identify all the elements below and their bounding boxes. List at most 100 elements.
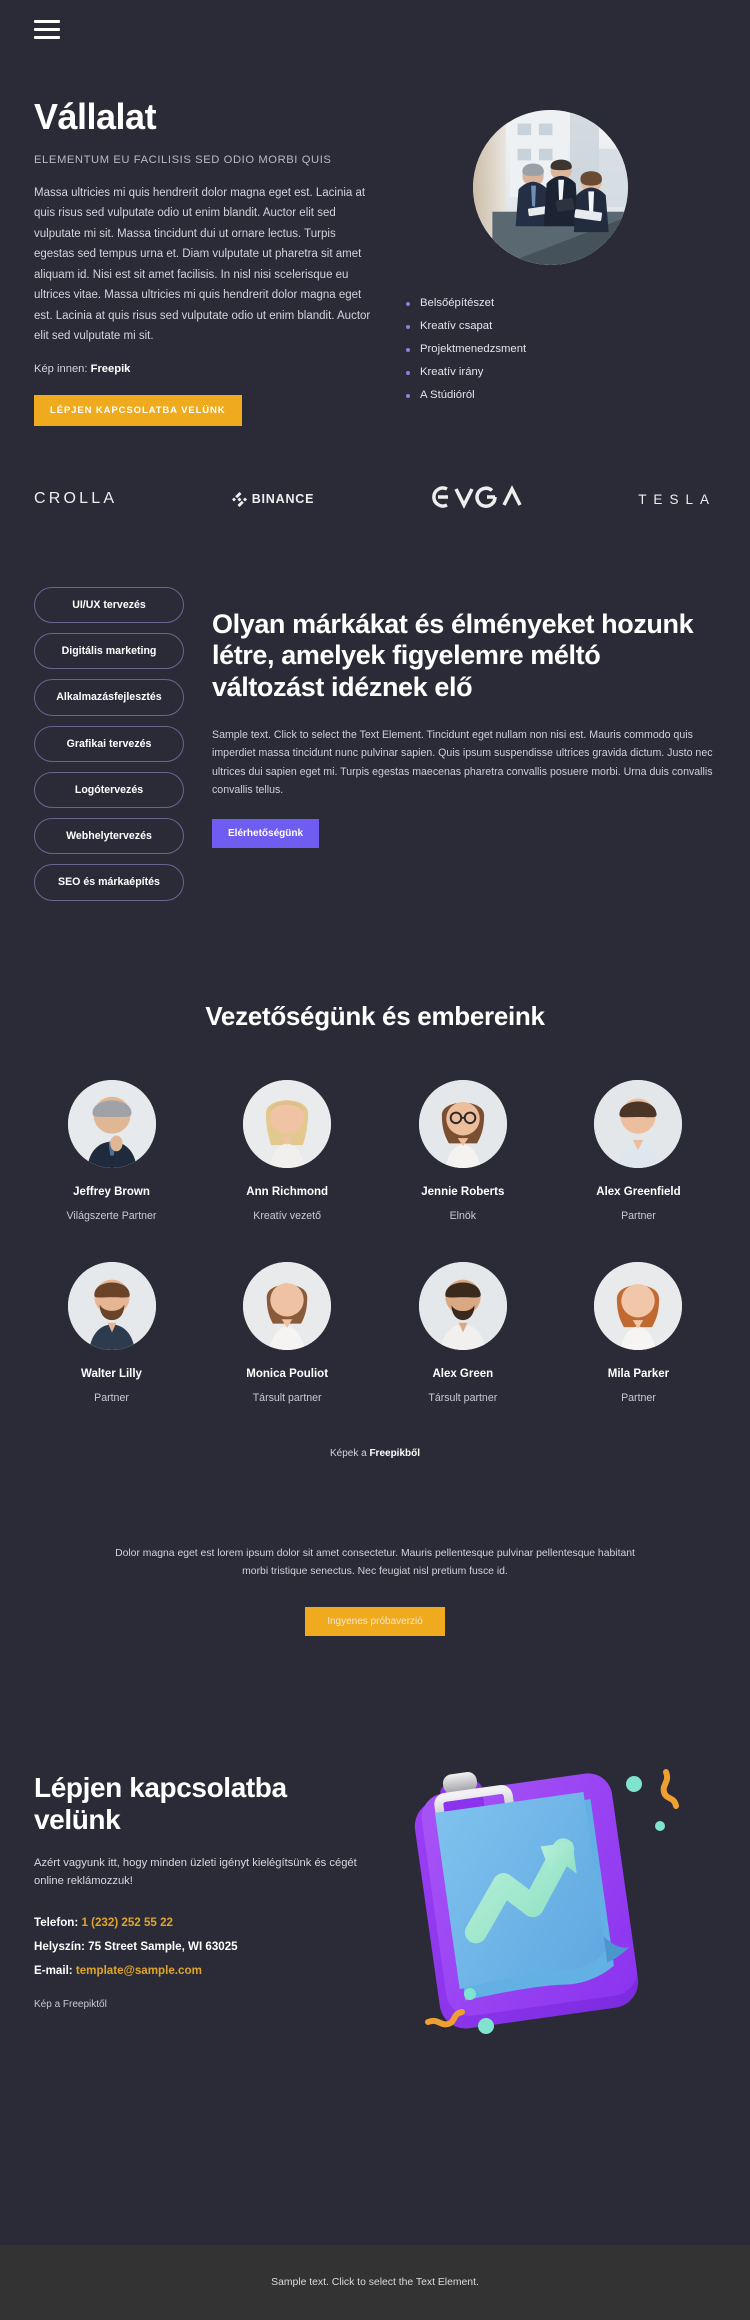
hero-body-text: Massa ultricies mi quis hendrerit dolor … bbox=[34, 186, 371, 343]
avatar-alex-greenfield bbox=[594, 1079, 683, 1168]
contact-email-label: E-mail: bbox=[34, 1964, 76, 1978]
trial-section: Dolor magna eget est lorem ipsum dolor s… bbox=[0, 1459, 750, 1637]
footer-text: Sample text. Click to select the Text El… bbox=[271, 2277, 479, 2288]
team-member-role: Partner bbox=[94, 1391, 129, 1404]
hero-media-column: Belsőépítészet Kreatív csapat Projektmen… bbox=[384, 98, 716, 426]
brand-logo-strip: CROLLA BINANCE TESLA bbox=[0, 426, 750, 515]
hero-image-credit: Kép innen: Freepik bbox=[34, 363, 374, 375]
evga-logo bbox=[429, 484, 524, 515]
burger-line bbox=[34, 35, 60, 39]
avatar bbox=[67, 1261, 156, 1350]
hero-list-item[interactable]: Kreatív csapat bbox=[406, 314, 716, 337]
burger-line bbox=[34, 27, 60, 31]
contact-phone-value[interactable]: 1 (232) 252 55 22 bbox=[81, 1916, 173, 1929]
avatar bbox=[594, 1079, 683, 1168]
evga-wordmark-icon bbox=[431, 484, 522, 509]
tesla-logo: TESLA bbox=[638, 491, 716, 507]
avatar bbox=[418, 1261, 507, 1350]
team-section: Vezetőségünk és embereink Jeffrey Brown … bbox=[0, 901, 750, 1459]
free-trial-button[interactable]: Ingyenes próbaverzió bbox=[305, 1607, 445, 1637]
contact-us-button[interactable]: LÉPJEN KAPCSOLATBA VELÜNK bbox=[34, 394, 242, 426]
team-member-name: Alex Greenfield bbox=[596, 1185, 681, 1198]
contact-location-row: Helyszín: 75 Street Sample, WI 63025 bbox=[34, 1940, 364, 1953]
binance-diamond-icon bbox=[231, 491, 247, 507]
service-pill[interactable]: Webhelytervezés bbox=[34, 818, 184, 855]
hamburger-menu-icon[interactable] bbox=[34, 19, 60, 39]
binance-logo: BINANCE bbox=[231, 491, 315, 507]
hero-list-item[interactable]: A Stúdióról bbox=[406, 383, 716, 406]
service-pill[interactable]: UI/UX tervezés bbox=[34, 586, 184, 623]
hero-link-list: Belsőépítészet Kreatív csapat Projektmen… bbox=[384, 291, 716, 406]
service-pill[interactable]: Grafikai tervezés bbox=[34, 725, 184, 762]
avatar-alex-green bbox=[418, 1261, 507, 1350]
contact-phone-label: Telefon: bbox=[34, 1916, 82, 1930]
team-member-name: Walter Lilly bbox=[81, 1367, 142, 1380]
hero-subtitle: ELEMENTUM EU FACILISIS SED ODIO MORBI QU… bbox=[34, 153, 332, 166]
services-pill-list: UI/UX tervezés Digitális marketing Alkal… bbox=[34, 586, 184, 901]
contact-heading: Lépjen kapcsolatba velünk bbox=[34, 1772, 287, 1836]
contact-email-row: E-mail: template@sample.com bbox=[34, 1964, 364, 1977]
team-member-name: Alex Green bbox=[432, 1367, 494, 1380]
page-root: Vállalat ELEMENTUM EU FACILISIS SED ODIO… bbox=[0, 0, 750, 2320]
hero-list-item[interactable]: Kreatív irány bbox=[406, 360, 716, 383]
clipboard-growth-chart-illustration bbox=[414, 1769, 679, 2035]
contact-location-label: Helyszín: bbox=[34, 1940, 89, 1954]
team-member: Monica Pouliot Társult partner bbox=[210, 1261, 365, 1404]
team-heading: Vezetőségünk és embereink bbox=[205, 1000, 545, 1031]
hero-section: Vállalat ELEMENTUM EU FACILISIS SED ODIO… bbox=[0, 58, 750, 426]
crolla-logo: CROLLA bbox=[34, 490, 118, 508]
services-heading: Olyan márkákat és élményeket hozunk létr… bbox=[212, 608, 694, 703]
services-section: UI/UX tervezés Digitális marketing Alkal… bbox=[0, 515, 750, 901]
team-member-role: Világszerte Partner bbox=[66, 1209, 157, 1222]
avatar bbox=[243, 1261, 332, 1350]
avatar bbox=[67, 1079, 156, 1168]
binance-logo-text: BINANCE bbox=[251, 492, 315, 507]
team-member-role: Kreatív vezető bbox=[253, 1209, 322, 1222]
team-credit-label: Képek a bbox=[329, 1447, 370, 1459]
team-member: Jennie Roberts Elnök bbox=[385, 1079, 540, 1222]
team-member-name: Jennie Roberts bbox=[421, 1185, 505, 1198]
team-member-role: Elnök bbox=[449, 1209, 477, 1222]
team-member-name: Mila Parker bbox=[607, 1367, 670, 1380]
hero-list-item[interactable]: Projektmenedzsment bbox=[406, 337, 716, 360]
hero-credit-source: Freepik bbox=[90, 362, 131, 375]
services-cta-button[interactable]: Elérhetőségünk bbox=[212, 819, 320, 849]
avatar bbox=[418, 1079, 507, 1168]
avatar-jeffrey-brown bbox=[67, 1079, 156, 1168]
team-member-name: Monica Pouliot bbox=[246, 1367, 329, 1380]
hero-list-item[interactable]: Belsőépítészet bbox=[406, 291, 716, 314]
team-member: Jeffrey Brown Világszerte Partner bbox=[34, 1079, 189, 1222]
service-pill[interactable]: Digitális marketing bbox=[34, 632, 184, 670]
avatar bbox=[594, 1261, 683, 1350]
team-grid: Jeffrey Brown Világszerte Partner Ann Ri… bbox=[34, 1079, 716, 1444]
avatar-jennie-roberts bbox=[418, 1079, 507, 1168]
service-pill[interactable]: Alkalmazásfejlesztés bbox=[34, 679, 184, 716]
team-member: Walter Lilly Partner bbox=[34, 1261, 189, 1404]
team-member: Alex Green Társult partner bbox=[385, 1261, 540, 1404]
avatar-mila-parker bbox=[594, 1261, 683, 1350]
team-member-name: Ann Richmond bbox=[246, 1185, 329, 1198]
team-member-role: Társult partner bbox=[428, 1391, 498, 1404]
contact-illustration bbox=[380, 1754, 716, 2044]
team-image-credit: Képek a Freepikből bbox=[34, 1448, 716, 1459]
hero-credit-label: Kép innen: bbox=[34, 362, 91, 375]
team-member-role: Partner bbox=[621, 1391, 656, 1404]
avatar-ann-richmond bbox=[243, 1079, 332, 1168]
services-body-text: Sample text. Click to select the Text El… bbox=[212, 729, 713, 796]
team-member: Ann Richmond Kreatív vezető bbox=[210, 1079, 365, 1222]
service-pill[interactable]: Logótervezés bbox=[34, 771, 184, 809]
burger-line bbox=[34, 19, 60, 23]
avatar-monica-pouliot bbox=[243, 1261, 332, 1350]
team-member: Alex Greenfield Partner bbox=[561, 1079, 716, 1222]
contact-text-column: Lépjen kapcsolatba velünk Azért vagyunk … bbox=[34, 1754, 364, 2010]
contact-phone-row: Telefon: 1 (232) 252 55 22 bbox=[34, 1916, 364, 1929]
team-member-role: Partner bbox=[621, 1209, 656, 1222]
service-pill[interactable]: SEO és márkaépítés bbox=[34, 864, 184, 901]
avatar bbox=[243, 1079, 332, 1168]
contact-email-value[interactable]: template@sample.com bbox=[76, 1964, 202, 1977]
page-footer: Sample text. Click to select the Text El… bbox=[0, 2245, 750, 2320]
trial-body-text: Dolor magna eget est lorem ipsum dolor s… bbox=[115, 1547, 635, 1577]
contact-section: Lépjen kapcsolatba velünk Azért vagyunk … bbox=[0, 1636, 750, 2044]
team-member: Mila Parker Partner bbox=[561, 1261, 716, 1404]
contact-location-value: 75 Street Sample, WI 63025 bbox=[88, 1940, 238, 1954]
